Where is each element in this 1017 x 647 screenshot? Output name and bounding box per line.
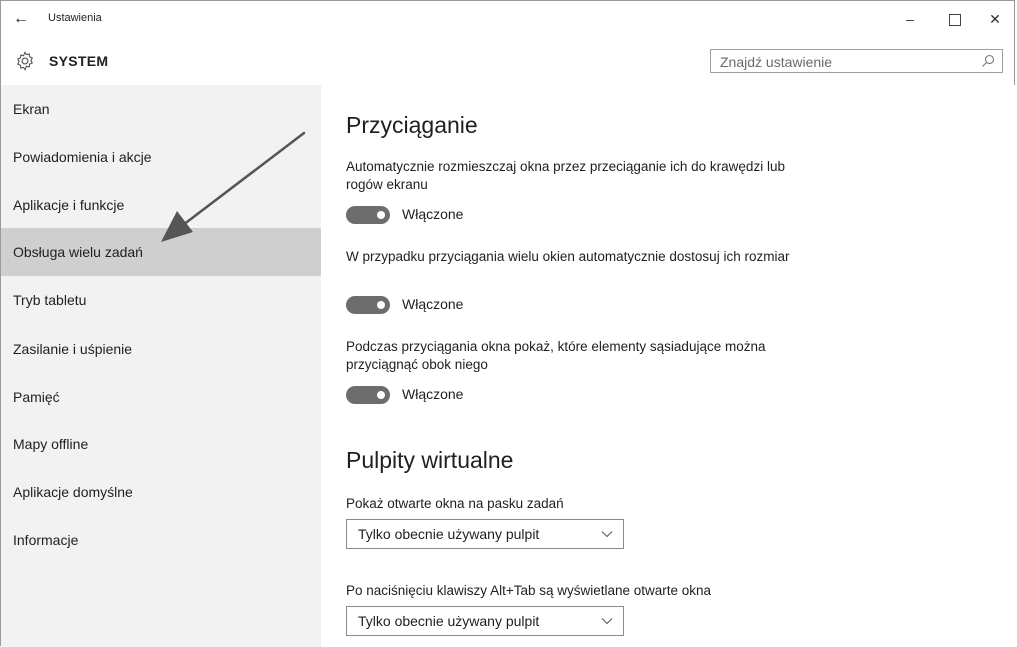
dropdown-value: Tylko obecnie używany pulpit	[358, 613, 540, 629]
back-button[interactable]: ←	[11, 9, 31, 29]
toggle-switch[interactable]	[346, 386, 390, 404]
sidebar-item-ekran[interactable]: Ekran	[1, 85, 321, 133]
setting-description: W przypadku przyciągania wielu okien aut…	[346, 249, 790, 264]
setting-description: Podczas przyciągania okna pokaż, które e…	[346, 339, 766, 372]
chevron-down-icon	[601, 618, 613, 625]
section-heading-virtual-desktops: Pulpity wirtualne	[346, 447, 514, 473]
toggle-state-label: Włączone	[402, 296, 464, 312]
sidebar-item-storage[interactable]: Pamięć	[1, 373, 321, 421]
page-title: SYSTEM	[49, 53, 109, 69]
alttab-windows-dropdown[interactable]: Tylko obecnie używany pulpit	[346, 606, 624, 636]
minimize-button[interactable]: –	[896, 7, 924, 31]
settings-window: ← Ustawienia – ✕ SYSTEM Znajdź ustawieni…	[0, 0, 1016, 647]
annotation-arrow-icon	[161, 131, 306, 242]
main-content: Przyciąganie Automatycznie rozmieszczaj …	[321, 85, 1016, 647]
toggle-knob	[377, 301, 385, 309]
title-bar: ← Ustawienia – ✕	[1, 1, 1014, 39]
page-header: SYSTEM Znajdź ustawienie	[1, 39, 1014, 85]
search-input[interactable]: Znajdź ustawienie	[710, 49, 1003, 73]
taskbar-setting-label: Pokaż otwarte okna na pasku zadań	[346, 496, 564, 511]
toggle-switch[interactable]	[346, 296, 390, 314]
sidebar-item-power-sleep[interactable]: Zasilanie i uśpienie	[1, 325, 321, 373]
section-heading-snap: Przyciąganie	[346, 112, 478, 138]
app-title: Ustawienia	[48, 12, 102, 24]
search-placeholder: Znajdź ustawienie	[720, 54, 833, 70]
close-button[interactable]: ✕	[981, 7, 1009, 31]
alttab-setting-label: Po naciśnięciu klawiszy Alt+Tab są wyświ…	[346, 583, 712, 598]
toggle-knob	[377, 391, 385, 399]
taskbar-windows-dropdown[interactable]: Tylko obecnie używany pulpit	[346, 519, 624, 549]
toggle-state-label: Włączone	[402, 386, 464, 402]
sidebar-item-default-apps[interactable]: Aplikacje domyślne	[1, 468, 321, 516]
dropdown-value: Tylko obecnie używany pulpit	[358, 526, 540, 542]
maximize-button[interactable]	[941, 7, 969, 31]
sidebar-item-about[interactable]: Informacje	[1, 516, 321, 564]
toggle-knob	[377, 211, 385, 219]
setting-description: Automatycznie rozmieszczaj okna przez pr…	[346, 159, 785, 192]
maximize-icon	[949, 14, 961, 27]
gear-icon	[17, 51, 33, 71]
search-icon[interactable]	[980, 53, 996, 69]
toggle-state-label: Włączone	[402, 206, 464, 222]
sidebar-item-tablet-mode[interactable]: Tryb tabletu	[1, 276, 321, 324]
sidebar-item-offline-maps[interactable]: Mapy offline	[1, 420, 321, 468]
toggle-switch[interactable]	[346, 206, 390, 224]
chevron-down-icon	[601, 531, 613, 538]
